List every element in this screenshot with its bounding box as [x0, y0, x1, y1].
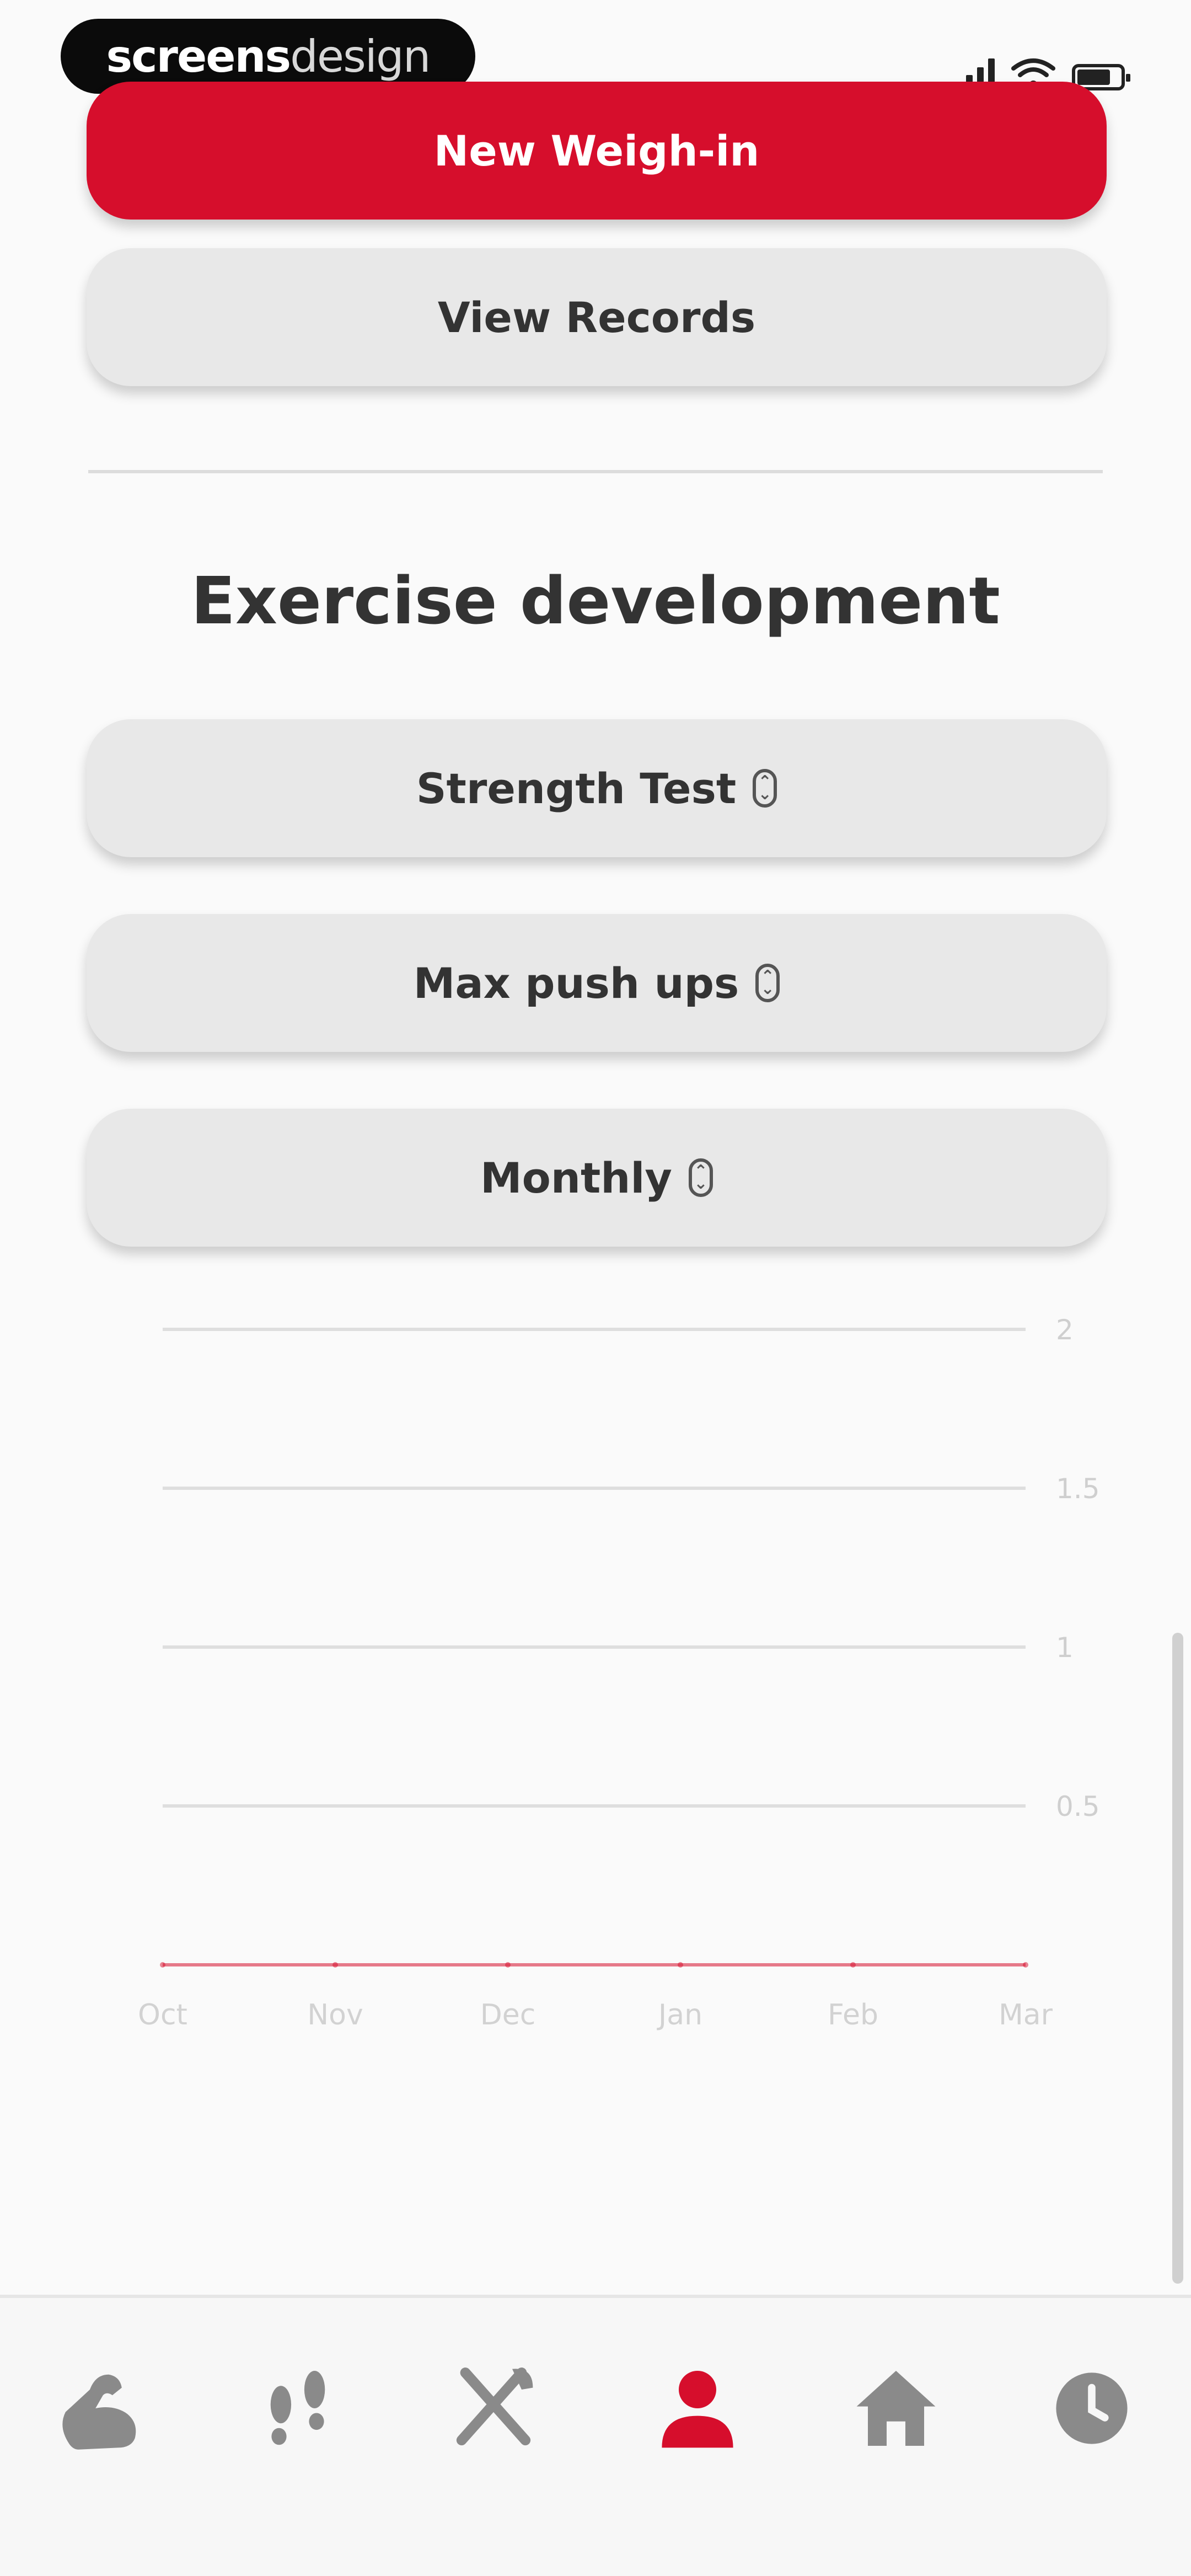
- nav-item-steps[interactable]: [237, 2348, 358, 2469]
- new-weigh-in-button[interactable]: New Weigh-in: [87, 82, 1107, 220]
- period-selector[interactable]: Monthly ⌃ ⌄: [87, 1109, 1107, 1247]
- nav-item-profile[interactable]: [637, 2348, 758, 2469]
- x-tick-label: Nov: [307, 1998, 363, 2032]
- clock-icon: [1056, 2372, 1128, 2444]
- y-tick-label: 0.5: [1056, 1791, 1100, 1823]
- y-tick-label: 1: [1056, 1632, 1074, 1664]
- up-down-chevron-icon: ⌃ ⌄: [755, 964, 780, 1002]
- bottom-nav: [0, 2295, 1191, 2576]
- person-icon: [662, 2371, 733, 2448]
- view-records-button[interactable]: View Records: [87, 248, 1107, 386]
- up-down-chevron-icon: ⌃ ⌄: [753, 769, 777, 808]
- new-weigh-in-label: New Weigh-in: [433, 126, 760, 175]
- x-tick-label: Feb: [828, 1998, 878, 2032]
- exercise-chart: 2 1.5 1 0.5 Oct Nov Dec Jan Feb Mar: [0, 1291, 1191, 2063]
- chart-svg: 2 1.5 1 0.5 Oct Nov Dec Jan Feb Mar: [138, 1314, 1100, 2032]
- x-tick-label: Dec: [480, 1998, 536, 2032]
- nav-item-home[interactable]: [835, 2348, 957, 2469]
- data-point: [160, 1962, 165, 1968]
- x-tick-label: Jan: [657, 1998, 702, 2032]
- data-point: [1023, 1962, 1028, 1968]
- data-point: [678, 1962, 683, 1968]
- exercise-selector[interactable]: Max push ups ⌃ ⌄: [87, 914, 1107, 1052]
- watermark-light: design: [290, 30, 431, 82]
- x-tick-label: Oct: [138, 1998, 187, 2032]
- nav-item-nutrition[interactable]: [433, 2348, 554, 2469]
- view-records-label: View Records: [437, 292, 756, 342]
- up-down-chevron-icon: ⌃ ⌄: [688, 1158, 713, 1197]
- footsteps-icon: [270, 2371, 325, 2445]
- period-label: Monthly: [480, 1153, 672, 1203]
- data-point: [505, 1962, 511, 1968]
- flexed-arm-icon: [62, 2374, 136, 2450]
- data-point: [850, 1962, 856, 1968]
- scrollbar[interactable]: [1172, 1633, 1183, 2284]
- y-tick-label: 1.5: [1056, 1473, 1100, 1505]
- home-icon: [856, 2371, 936, 2446]
- nav-item-workout[interactable]: [39, 2348, 160, 2469]
- watermark-bold: screens: [106, 30, 292, 82]
- test-type-selector[interactable]: Strength Test ⌃ ⌄: [87, 719, 1107, 857]
- data-point: [332, 1962, 338, 1968]
- nav-item-history[interactable]: [1031, 2348, 1152, 2469]
- fork-knife-icon: [456, 2367, 533, 2446]
- screen: screens design New Weigh-in View Records …: [0, 0, 1191, 2576]
- x-tick-label: Mar: [999, 1998, 1053, 2032]
- exercise-label: Max push ups: [413, 958, 739, 1008]
- test-type-label: Strength Test: [416, 763, 737, 813]
- y-tick-label: 2: [1056, 1314, 1074, 1346]
- section-title: Exercise development: [191, 563, 1000, 639]
- divider: [88, 470, 1103, 473]
